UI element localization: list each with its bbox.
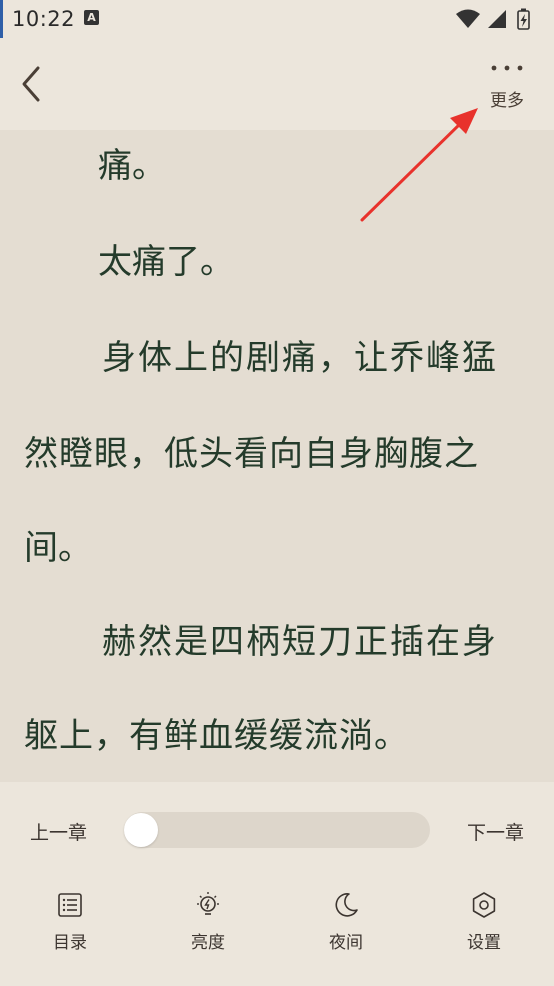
more-label: 更多 [490,91,524,111]
toc-label: 目录 [53,933,87,953]
battery-charging-icon [517,8,530,30]
bottom-toolbar: 目录 亮度 夜间 设置 [0,886,554,966]
top-bar: 更多 [0,38,554,130]
brightness-label: 亮度 [191,933,225,953]
status-bar: 10:22 A [0,0,554,38]
list-icon [58,893,82,917]
paragraph-line: 太痛了。 [98,242,234,282]
chapter-navigation: 上一章 下一章 [0,808,554,852]
more-button[interactable]: 更多 [484,58,530,114]
back-button[interactable] [16,62,52,106]
moon-icon [335,893,358,917]
bottom-panel: 上一章 下一章 目录 亮度 夜间 设置 [0,782,554,986]
slider-thumb[interactable] [124,813,158,847]
paragraph-line: 痛。 [98,146,166,186]
brightness-button[interactable]: 亮度 [168,886,248,962]
reader-screen: 10:22 A 更多 痛。 太痛了。 身体上的剧痛，让乔峰猛 然瞪眼，低头看向自… [0,0,554,986]
bulb-icon [197,892,219,915]
toc-button[interactable]: 目录 [30,886,110,962]
paragraph-line: 躯上，有鲜血缓缓流淌。 [24,716,409,756]
night-mode-label: 夜间 [329,933,363,953]
paragraph-line: 身体上的剧痛，让乔峰猛 [102,338,498,378]
reading-content[interactable]: 痛。 太痛了。 身体上的剧痛，让乔峰猛 然瞪眼，低头看向自身胸腹之 间。 赫然是… [0,130,554,782]
more-dots-icon [491,65,523,71]
paragraph-line: 赫然是四柄短刀正插在身 [102,622,498,662]
status-time: 10:22 [12,7,76,31]
night-mode-button[interactable]: 夜间 [306,886,386,962]
settings-icon [472,892,496,918]
chapter-progress-slider[interactable] [124,812,430,848]
prev-chapter-button[interactable]: 上一章 [30,818,87,845]
wifi-icon [456,9,480,28]
next-chapter-button[interactable]: 下一章 [467,818,524,845]
settings-label: 设置 [467,933,501,953]
paragraph-line: 间。 [24,528,92,568]
paragraph-line: 然瞪眼，低头看向自身胸腹之 [24,434,479,474]
chevron-left-icon [22,66,40,102]
signal-icon [488,10,506,28]
status-icons [454,8,544,34]
a-icon: A [84,10,99,25]
settings-button[interactable]: 设置 [444,886,524,962]
